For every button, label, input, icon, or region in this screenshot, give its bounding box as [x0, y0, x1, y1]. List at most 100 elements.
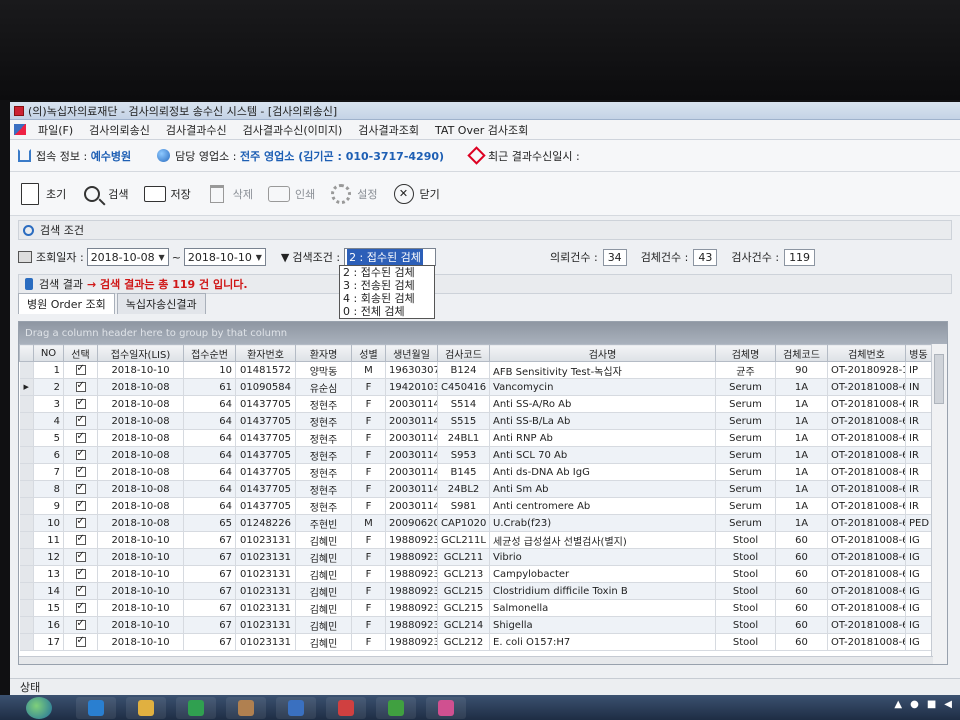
tab-hospital-order[interactable]: 병원 Order 조회: [18, 293, 115, 314]
column-header[interactable]: 검체코드: [775, 344, 828, 362]
column-header[interactable]: 검사명: [489, 344, 716, 362]
table-row[interactable]: 8 2018-10-086401437705정현주F2003011424BL2An…: [19, 480, 932, 498]
column-header[interactable]: 병동: [905, 344, 932, 362]
row-indicator[interactable]: [19, 429, 34, 447]
column-header[interactable]: 검체번호: [827, 344, 906, 362]
table-row[interactable]: 15 2018-10-106701023131김혜민F19880923GCL215…: [19, 599, 932, 617]
row-indicator[interactable]: [19, 480, 34, 498]
tray-icon[interactable]: ■: [927, 699, 936, 710]
taskbar-app-flask[interactable]: [426, 696, 466, 719]
scrollbar-thumb[interactable]: [934, 354, 944, 404]
menu-tat-over[interactable]: TAT Over 검사조회: [427, 122, 536, 138]
select-checkbox[interactable]: [75, 431, 86, 443]
group-by-panel[interactable]: Drag a column header here to group by th…: [19, 322, 947, 344]
column-header[interactable]: 접수순번: [183, 344, 236, 362]
row-indicator[interactable]: [19, 582, 34, 600]
menu-result-query[interactable]: 검사결과조회: [350, 122, 427, 138]
table-row[interactable]: 13 2018-10-106701023131김혜민F19880923GCL213…: [19, 565, 932, 583]
select-checkbox[interactable]: [75, 499, 86, 511]
tray-icon[interactable]: ▲: [894, 699, 902, 710]
tab-gc-send-result[interactable]: 녹십자송신결과: [116, 293, 206, 314]
condition-option[interactable]: 3 : 전송된 검체: [340, 279, 434, 292]
row-indicator[interactable]: [19, 412, 34, 430]
taskbar-ie[interactable]: [76, 696, 116, 719]
column-header[interactable]: 환자번호: [235, 344, 296, 362]
horizontal-scrollbar[interactable]: [19, 656, 933, 664]
column-header[interactable]: NO: [33, 344, 64, 362]
column-header[interactable]: 접수일자(LIS): [97, 344, 184, 362]
row-indicator[interactable]: [19, 599, 34, 617]
select-checkbox[interactable]: [75, 584, 86, 596]
chevron-down-icon[interactable]: ▼: [159, 253, 165, 262]
delete-button[interactable]: 삭제: [205, 181, 253, 207]
menu-request-send[interactable]: 검사의뢰송신: [81, 122, 158, 138]
table-row[interactable]: 14 2018-10-106701023131김혜민F19880923GCL215…: [19, 582, 932, 600]
row-indicator[interactable]: [19, 616, 34, 634]
row-indicator[interactable]: [19, 565, 34, 583]
taskbar-explorer[interactable]: [126, 696, 166, 719]
select-checkbox[interactable]: [75, 635, 86, 647]
vertical-scrollbar[interactable]: [931, 344, 947, 664]
condition-option[interactable]: 4 : 회송된 검체: [340, 292, 434, 305]
row-indicator[interactable]: [19, 633, 34, 651]
menu-result-receive[interactable]: 검사결과수신: [158, 122, 235, 138]
date-from-picker[interactable]: 2018-10-08 ▼: [86, 248, 169, 266]
print-button[interactable]: 인쇄: [267, 181, 315, 207]
row-indicator[interactable]: [19, 395, 34, 413]
table-row[interactable]: 7 2018-10-086401437705정현주F20030114B145Ant…: [19, 463, 932, 481]
menu-file[interactable]: 파일(F): [30, 122, 81, 138]
table-row[interactable]: 1 2018-10-101001481572양막동M19630307B124AFB…: [19, 361, 932, 379]
taskbar-app-medical[interactable]: [276, 696, 316, 719]
condition-option[interactable]: 0 : 전체 검체: [340, 305, 434, 318]
column-header[interactable]: 검사코드: [437, 344, 490, 362]
tray-icon[interactable]: ●: [910, 699, 919, 710]
start-button[interactable]: [26, 696, 52, 719]
condition-select[interactable]: 2 : 접수된 검체: [344, 248, 437, 266]
select-checkbox[interactable]: [75, 533, 86, 545]
select-checkbox[interactable]: [75, 482, 86, 494]
table-row[interactable]: 17 2018-10-106701023131김혜민F19880923GCL212…: [19, 633, 932, 651]
taskbar-app-green[interactable]: [176, 696, 216, 719]
column-header[interactable]: 선택: [63, 344, 98, 362]
taskbar-app-arrow[interactable]: [376, 696, 416, 719]
row-indicator[interactable]: [19, 514, 34, 532]
select-checkbox[interactable]: [75, 550, 86, 562]
select-checkbox[interactable]: [75, 465, 86, 477]
row-indicator[interactable]: [19, 463, 34, 481]
row-indicator[interactable]: [19, 446, 34, 464]
row-indicator[interactable]: [19, 531, 34, 549]
table-row[interactable]: 3 2018-10-086401437705정현주F20030114S514Ant…: [19, 395, 932, 413]
table-row[interactable]: 6 2018-10-086401437705정현주F20030114S953Ant…: [19, 446, 932, 464]
settings-button[interactable]: 설정: [329, 181, 378, 207]
taskbar-app-box[interactable]: [226, 696, 266, 719]
init-button[interactable]: 초기: [18, 181, 66, 207]
column-header[interactable]: 환자명: [295, 344, 352, 362]
row-indicator[interactable]: [19, 497, 34, 515]
select-checkbox[interactable]: [75, 601, 86, 613]
select-checkbox[interactable]: [75, 380, 86, 392]
save-button[interactable]: 저장: [143, 181, 191, 207]
row-indicator[interactable]: [19, 548, 34, 566]
row-indicator[interactable]: [19, 361, 34, 379]
menu-app-icon[interactable]: [14, 124, 26, 135]
close-button[interactable]: ✕ 닫기: [392, 181, 440, 207]
date-to-picker[interactable]: 2018-10-10 ▼: [183, 248, 266, 266]
select-checkbox[interactable]: [75, 618, 86, 630]
table-row[interactable]: 10 2018-10-086501248226주현빈M20090620CAP102…: [19, 514, 932, 532]
chevron-down-icon[interactable]: ▼: [256, 253, 262, 262]
table-row[interactable]: 5 2018-10-086401437705정현주F2003011424BL1An…: [19, 429, 932, 447]
column-header[interactable]: 검체명: [715, 344, 776, 362]
table-row[interactable]: 4 2018-10-086401437705정현주F20030114S515Ant…: [19, 412, 932, 430]
column-header[interactable]: 성별: [351, 344, 386, 362]
table-row[interactable]: ▶2 2018-10-086101090584유순심F19420103C45041…: [19, 378, 932, 396]
table-row[interactable]: 12 2018-10-106701023131김혜민F19880923GCL211…: [19, 548, 932, 566]
table-row[interactable]: 11 2018-10-106701023131김혜민F19880923GCL211…: [19, 531, 932, 549]
row-indicator[interactable]: ▶: [19, 378, 34, 396]
select-checkbox[interactable]: [75, 397, 86, 409]
condition-option[interactable]: 2 : 접수된 검체: [340, 266, 434, 279]
select-checkbox[interactable]: [75, 516, 86, 528]
column-header[interactable]: 생년월일: [385, 344, 438, 362]
table-row[interactable]: 9 2018-10-086401437705정현주F20030114S981Ant…: [19, 497, 932, 515]
volume-icon[interactable]: ◀: [944, 699, 952, 710]
taskbar-app-gc[interactable]: [326, 696, 366, 719]
